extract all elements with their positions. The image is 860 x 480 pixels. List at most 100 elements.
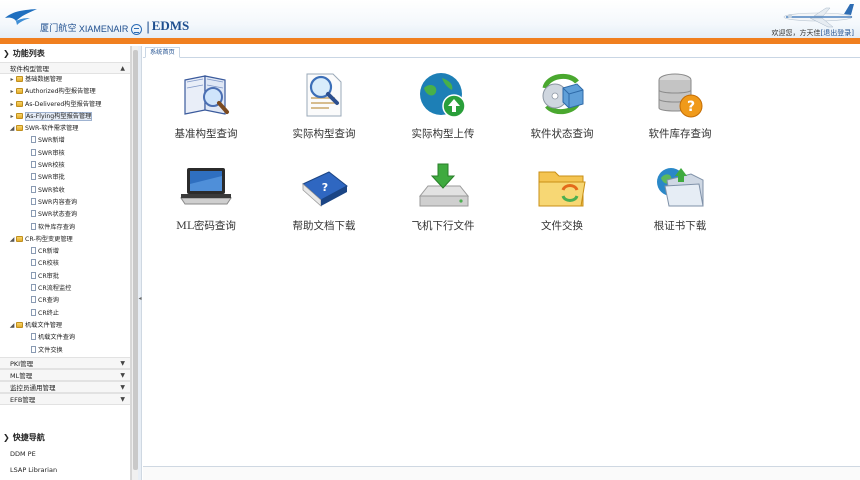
tree-folder-item[interactable]: ▸ As-Flying构型报告管理 xyxy=(0,111,130,123)
tree-item-label: 基础数据管理 xyxy=(25,76,63,83)
tab-bar: 系统首页 xyxy=(143,46,860,58)
tree-expand-icon[interactable]: ▸ xyxy=(8,86,16,98)
document-icon xyxy=(31,247,36,255)
tree-item-label: SWR审批 xyxy=(38,174,65,182)
tree-item-label: Authorized构型报告管理 xyxy=(25,88,96,96)
panel-splitter[interactable]: ◂ xyxy=(138,46,142,480)
laptop-icon xyxy=(177,162,235,212)
main-panel: 基准构型查询 实际构型查询 实际构型上传 软件状态查询 ? 软件库存查询 ML密… xyxy=(143,58,860,468)
tree-collapse-icon[interactable]: ◢ xyxy=(8,320,16,332)
brand-name-en: XIAMENAIR xyxy=(78,24,129,34)
tree-item-label: SWR验收 xyxy=(38,186,65,194)
document-icon xyxy=(31,296,36,304)
document-icon xyxy=(31,197,36,205)
quick-nav-title: ❯ 快捷导航 xyxy=(0,430,131,446)
document-magnifier-icon xyxy=(295,70,353,120)
tree-expand-icon[interactable]: ▸ xyxy=(8,99,16,111)
tree-expand-icon[interactable]: ▸ xyxy=(8,111,16,123)
folder-icon xyxy=(16,321,23,328)
tile-root-certificate-download[interactable]: 根证书下载 xyxy=(630,162,730,233)
quick-nav: ❯ 快捷导航 DDM PE LSAP Librarian xyxy=(0,430,131,478)
tree-leaf-item[interactable]: CR查询 xyxy=(0,295,130,307)
tile-aircraft-downlink-files[interactable]: 飞机下行文件 xyxy=(393,162,493,233)
folder-icon xyxy=(16,76,23,82)
tree-item-label: 软件库存查询 xyxy=(38,223,76,231)
sidebar-group[interactable]: EFB管理 ▼ xyxy=(0,392,130,405)
logout-link[interactable]: [退出登录] xyxy=(821,29,854,37)
tree-collapse-icon[interactable]: ◢ xyxy=(8,234,16,246)
tile-ml-password-query[interactable]: ML密码查询 xyxy=(156,162,256,233)
splitter-grip-icon[interactable]: ◂ xyxy=(138,294,142,304)
tree-item-label: SWR-软件需求管理 xyxy=(25,125,79,133)
system-name: EDMS xyxy=(151,18,190,33)
tree-expand-icon[interactable]: ▸ xyxy=(8,74,16,86)
sidebar-group[interactable]: PKI管理 ▼ xyxy=(0,356,130,369)
quick-nav-item-ddm-pe[interactable]: DDM PE xyxy=(0,446,131,462)
tile-file-exchange[interactable]: 文件交换 xyxy=(512,162,612,233)
document-icon xyxy=(31,333,36,341)
sidebar-group-label: PKI管理 xyxy=(10,359,34,368)
tile-label: 基准构型查询 xyxy=(174,128,238,140)
tree-item-label: SWR审核 xyxy=(38,149,65,157)
sidebar-title: ❯ 功能列表 xyxy=(0,46,130,62)
disc-box-refresh-icon xyxy=(533,70,591,120)
tree-leaf-item[interactable]: SWR内容查询 xyxy=(0,197,130,209)
tree-leaf-item[interactable]: CR审批 xyxy=(0,271,130,283)
tree-leaf-item[interactable]: SWR验收 xyxy=(0,185,130,197)
tree-collapse-icon[interactable]: ◢ xyxy=(8,123,16,135)
tree-leaf-item[interactable]: 机载文件查询 xyxy=(0,332,130,344)
sidebar-group-label: EFB管理 xyxy=(10,395,36,404)
tree-item-label: 文件交换 xyxy=(38,346,63,354)
tile-software-inventory-query[interactable]: ? 软件库存查询 xyxy=(630,70,730,141)
tree-leaf-item[interactable]: 文件交换 xyxy=(0,345,130,357)
tile-help-doc-download[interactable]: ? 帮助文档下载 xyxy=(274,162,374,233)
tree-folder-item[interactable]: ▸ 基础数据管理 xyxy=(0,74,130,86)
svg-text:?: ? xyxy=(687,99,695,115)
tree-item-label: CR新增 xyxy=(38,248,59,256)
header-accent-stripe xyxy=(0,38,860,44)
folder-icon xyxy=(16,100,23,107)
document-icon xyxy=(31,345,36,353)
sidebar-tree: ▸ 基础数据管理 ▸ Authorized构型报告管理 ▸ As-Delivered构型报… xyxy=(0,74,130,357)
tree-leaf-item[interactable]: CR校核 xyxy=(0,258,130,270)
tree-leaf-item[interactable]: CR流程监控 xyxy=(0,283,130,295)
sidebar-group[interactable]: ML管理 ▼ xyxy=(0,368,130,381)
sidebar-group[interactable]: 监控员通用管理 ▼ xyxy=(0,380,130,393)
help-book-icon: ? xyxy=(295,162,353,212)
tile-actual-config-query[interactable]: 实际构型查询 xyxy=(274,70,374,141)
tree-folder-item[interactable]: ▸ As-Delivered构型报告管理 xyxy=(0,99,130,111)
tree-leaf-item[interactable]: SWR新增 xyxy=(0,135,130,147)
tree-item-label: 机载文件管理 xyxy=(25,321,63,329)
folder-icon xyxy=(16,125,23,132)
brand-logo: 厦门航空 XIAMENAIR | EDMS xyxy=(4,6,190,35)
tree-item-label: CR流程监控 xyxy=(38,285,72,293)
sidebar-title-text: 功能列表 xyxy=(12,49,45,58)
tree-leaf-item[interactable]: SWR校核 xyxy=(0,160,130,172)
folder-icon xyxy=(16,88,23,95)
tree-leaf-item[interactable]: SWR审核 xyxy=(0,148,130,160)
tree-folder-item[interactable]: ◢ CR-构型变更管理 xyxy=(0,234,130,246)
tree-leaf-item[interactable]: SWR审批 xyxy=(0,172,130,184)
sidebar-group-label: ML管理 xyxy=(10,371,33,380)
quick-nav-item-lsap-librarian[interactable]: LSAP Librarian xyxy=(0,462,131,478)
sidebar-group-software-config[interactable]: 软件构型管理 ▲ xyxy=(0,62,130,74)
tile-baseline-config-query[interactable]: 基准构型查询 xyxy=(156,70,256,141)
tree-leaf-item[interactable]: 软件库存查询 xyxy=(0,222,130,234)
document-icon xyxy=(31,173,36,181)
tree-folder-item[interactable]: ◢ SWR-软件需求管理 xyxy=(0,123,130,135)
svg-text:?: ? xyxy=(322,181,328,194)
sidebar-scrollbar[interactable] xyxy=(131,46,138,480)
tree-item-label: CR查询 xyxy=(38,297,59,305)
tree-item-label: CR终止 xyxy=(38,309,59,317)
tile-software-status-query[interactable]: 软件状态查询 xyxy=(512,70,612,141)
tab-home[interactable]: 系统首页 xyxy=(145,47,180,58)
database-question-icon: ? xyxy=(651,70,709,120)
tree-leaf-item[interactable]: CR终止 xyxy=(0,308,130,320)
chevron-down-icon: ▼ xyxy=(120,395,125,403)
tree-leaf-item[interactable]: SWR状态查询 xyxy=(0,209,130,221)
tree-folder-item[interactable]: ▸ Authorized构型报告管理 xyxy=(0,86,130,98)
tile-label: 软件库存查询 xyxy=(648,128,712,140)
tree-leaf-item[interactable]: CR新增 xyxy=(0,246,130,258)
tree-folder-item[interactable]: ◢ 机载文件管理 xyxy=(0,320,130,332)
tile-actual-config-upload[interactable]: 实际构型上传 xyxy=(393,70,493,141)
